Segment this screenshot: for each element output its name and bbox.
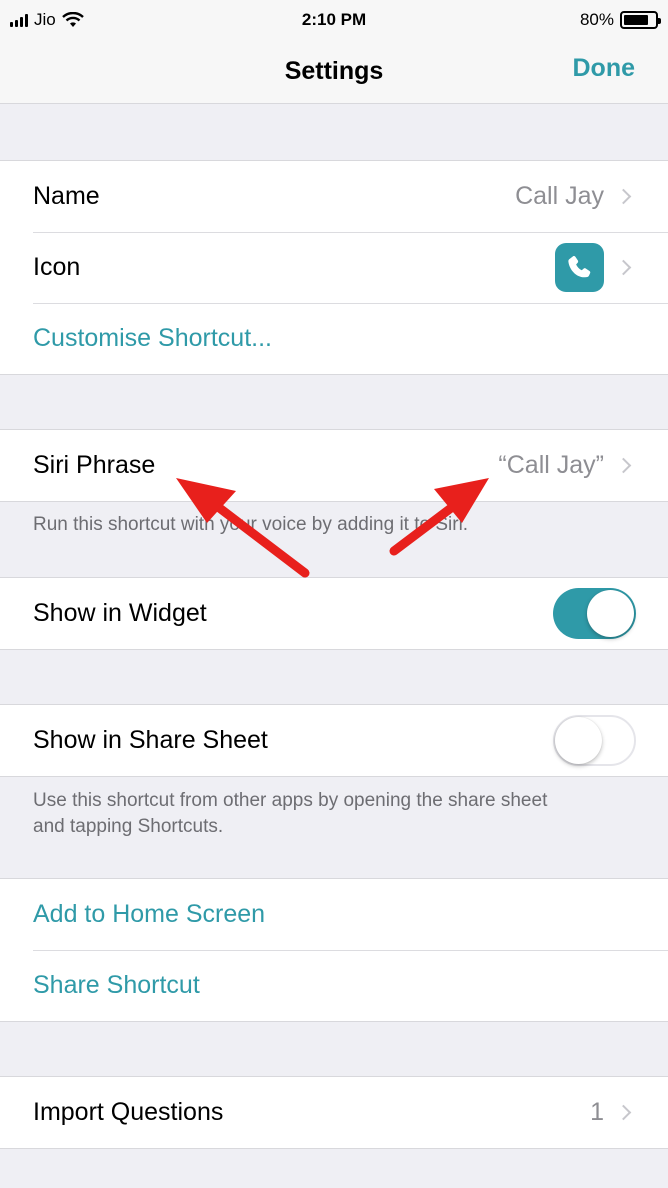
customise-shortcut-link[interactable]: Customise Shortcut... (33, 324, 272, 353)
share-shortcut-row[interactable]: Share Shortcut (0, 950, 668, 1021)
import-questions-row[interactable]: Import Questions 1 (0, 1077, 668, 1148)
toggle-knob (587, 590, 634, 637)
widget-group: Show in Widget (0, 577, 668, 650)
name-value: Call Jay (515, 182, 604, 210)
status-time: 2:10 PM (301, 10, 367, 29)
actions-group: Add to Home Screen Share Shortcut (0, 878, 668, 1022)
share-sheet-note: Use this shortcut from other apps by ope… (33, 788, 547, 840)
siri-phrase-value: “Call Jay” (498, 451, 604, 479)
icon-label: Icon (33, 253, 81, 281)
import-questions-count: 1 (590, 1098, 604, 1126)
add-to-home-screen-button[interactable]: Add to Home Screen (33, 900, 265, 929)
chevron-right-icon (615, 188, 632, 205)
show-in-widget-toggle[interactable] (553, 588, 636, 639)
name-row[interactable]: Name Call Jay (0, 161, 668, 232)
battery-group: 80% (579, 10, 661, 30)
share-shortcut-button[interactable]: Share Shortcut (33, 971, 200, 1000)
battery-icon (620, 11, 661, 29)
import-group: Import Questions 1 (0, 1076, 668, 1149)
show-in-share-sheet-row: Show in Share Sheet (0, 705, 668, 776)
chevron-right-icon (615, 1104, 632, 1121)
siri-note: Run this shortcut with your voice by add… (33, 514, 469, 535)
chevron-right-icon (615, 457, 632, 474)
shortcut-details-group: Name Call Jay Icon Customise Shortcut... (0, 160, 668, 375)
carrier-label: Jio (34, 10, 56, 29)
icon-row[interactable]: Icon (0, 232, 668, 303)
show-in-widget-row: Show in Widget (0, 578, 668, 649)
nav-bar: Settings Done (0, 40, 668, 104)
share-sheet-group: Show in Share Sheet (0, 704, 668, 777)
siri-phrase-label: Siri Phrase (33, 451, 156, 479)
page-title: Settings (284, 57, 384, 85)
show-in-widget-label: Show in Widget (33, 599, 207, 627)
phone-icon (555, 243, 604, 292)
carrier-group: Jio (10, 10, 84, 30)
siri-group: Siri Phrase “Call Jay” (0, 429, 668, 502)
add-to-home-screen-row[interactable]: Add to Home Screen (0, 879, 668, 950)
show-in-share-sheet-label: Show in Share Sheet (33, 726, 268, 754)
signal-icon (10, 13, 28, 27)
status-bar: Jio 2:10 PM 80% (0, 0, 668, 40)
import-questions-label: Import Questions (33, 1098, 224, 1126)
name-label: Name (33, 182, 100, 210)
share-sheet-note-line1: Use this shortcut from other apps by ope… (33, 790, 548, 811)
customise-shortcut-row[interactable]: Customise Shortcut... (0, 303, 668, 374)
done-button[interactable]: Done (573, 54, 636, 83)
siri-phrase-row[interactable]: Siri Phrase “Call Jay” (0, 430, 668, 501)
chevron-right-icon (615, 259, 632, 276)
toggle-knob (555, 717, 602, 764)
wifi-icon (61, 12, 84, 27)
battery-percent: 80% (579, 10, 614, 29)
share-sheet-note-line2: and tapping Shortcuts. (33, 816, 224, 837)
battery-fill (624, 15, 648, 25)
show-in-share-sheet-toggle[interactable] (553, 715, 636, 766)
